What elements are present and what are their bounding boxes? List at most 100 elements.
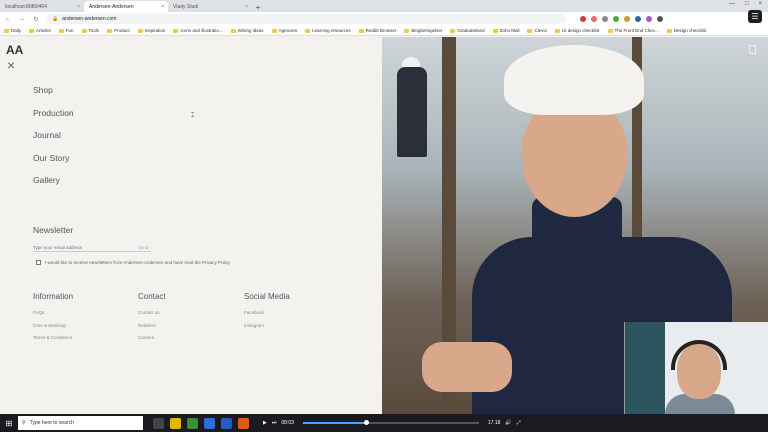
extension-icon[interactable] [591,16,597,22]
extension-icon[interactable] [635,16,641,22]
extension-icon[interactable] [613,16,619,22]
close-window-icon[interactable]: × [758,1,762,7]
bookmark-item[interactable]: Inspiration [137,28,166,33]
bookmark-label: Daily [11,28,22,33]
footer-link[interactable]: Careers [138,335,166,348]
footer-link[interactable]: Retailers [138,323,166,336]
bookmark-item[interactable]: Articles [29,28,51,33]
consent-checkbox[interactable] [36,260,41,265]
back-icon[interactable]: ← [4,16,12,22]
bookmark-item[interactable]: Clevio [527,28,547,33]
bookmark-label: Design checklist [673,28,707,33]
reload-icon[interactable]: ↻ [32,16,40,23]
nav-journal[interactable]: Journal [33,130,74,153]
footer-heading: Contact [138,292,166,301]
bookmark-item[interactable]: Zoho Mail [492,28,520,33]
site-logo[interactable]: AA [6,43,23,57]
windows-start-icon[interactable]: ⊞ [0,419,18,428]
bookmark-item[interactable]: Learning resources [305,28,351,33]
menu-icon[interactable]: ☰ [748,10,762,23]
close-tab-icon[interactable]: × [245,4,248,10]
tab-strip: localhost:8080/404 × Andersen-Andersen × V… [0,0,768,12]
play-icon[interactable]: ▶ [263,420,267,426]
taskbar-search[interactable]: ⚲ Type here to search [18,416,143,430]
footer-heading: Social Media [244,292,290,301]
footer-link[interactable]: FAQs [33,310,73,323]
bookmark-item[interactable]: Product [107,28,130,33]
bookmark-item[interactable]: UI design checklist [554,28,600,33]
folder-icon [492,28,498,33]
nav-our-story[interactable]: Our Story [33,153,74,176]
bookmark-label: The Front End Chec... [614,28,659,33]
folder-icon [4,28,9,33]
bookmark-item[interactable]: Agencies [271,28,297,33]
footer-link[interactable]: Contact us [138,310,166,323]
tab-andersen[interactable]: Andersen-Andersen × [84,1,168,12]
bookmark-item[interactable]: Graduateland [450,28,485,33]
bookmark-item[interactable]: Fun [58,28,74,33]
folder-icon [81,28,87,33]
footer-link[interactable]: Terms & Conditions [33,335,73,348]
new-tab-button[interactable]: + [252,3,264,12]
bookmark-item[interactable]: Writing ideas [230,28,264,33]
forward-icon[interactable]: → [18,16,26,22]
footer-link[interactable]: Care & Washing [33,323,73,336]
app-icon[interactable] [238,417,249,429]
bookmark-item[interactable]: The Front End Chec... [607,28,659,33]
bookmark-item[interactable]: Design checklist [666,28,707,33]
nav-gallery[interactable]: Gallery [33,175,74,198]
model-hands [422,342,512,392]
extension-icon[interactable] [646,16,652,22]
bookmark-item[interactable]: Icons and illustratio... [173,28,223,33]
next-icon[interactable]: ⏭ [272,420,277,426]
email-input[interactable] [33,244,123,250]
url-field[interactable]: 🔒 andersen-andersen.com [46,14,566,24]
extension-icon[interactable] [580,16,586,22]
bookmark-item[interactable]: Daily [4,28,21,33]
app-icon[interactable] [221,417,232,429]
bookmark-item[interactable]: Blogbetingelser [404,28,442,33]
bookmark-label: Graduateland [457,28,485,33]
extension-icon[interactable] [624,16,630,22]
folder-icon [404,28,410,33]
tab-vlady[interactable]: Vlady Studi × [168,1,252,12]
folder-icon [58,28,64,33]
search-icon: ⚲ [22,420,26,426]
page-icon[interactable] [749,45,756,54]
footer-link[interactable]: Facebook [244,310,290,323]
progress-knob[interactable] [364,420,370,425]
maximize-icon[interactable]: □ [745,1,749,7]
footer-contact: Contact Contact us Retailers Careers [138,292,166,348]
footer-link[interactable]: Instagram [244,323,290,336]
send-button[interactable]: Send › [138,245,151,250]
tab-label: localhost:8080/404 [5,3,47,10]
nav-production[interactable]: Production [33,108,74,131]
lock-icon: 🔒 [52,16,59,22]
volume-icon[interactable]: 🔊 [505,420,511,426]
mouse-cursor-icon: ⌶ [191,113,195,119]
folder-icon [29,28,35,33]
bookmark-item[interactable]: Reddit Browser [358,28,396,33]
bookmark-label: Inspiration [144,28,166,33]
close-tab-icon[interactable]: × [77,4,80,10]
tab-label: Andersen-Andersen [89,3,134,10]
file-explorer-icon[interactable] [170,417,181,429]
nav-shop[interactable]: Shop [33,85,74,108]
extension-icons [580,16,663,22]
fullscreen-icon[interactable]: ⤢ [517,420,521,426]
tab-localhost[interactable]: localhost:8080/404 × [0,1,84,12]
bookmark-label: Zoho Mail [499,28,520,33]
task-view-icon[interactable] [153,417,164,429]
close-tab-icon[interactable]: × [161,4,164,10]
video-progress-bar[interactable] [302,420,479,425]
footer-social: Social Media Facebook Instagram [244,292,290,335]
bookmark-item[interactable]: Tools [81,28,99,33]
minimize-icon[interactable]: — [729,1,735,7]
close-menu-icon[interactable]: × [7,58,15,72]
profile-avatar[interactable] [657,16,663,22]
extension-icon[interactable] [602,16,608,22]
background-sailor [397,67,427,157]
folder-icon [137,28,143,33]
chrome-icon[interactable] [187,417,198,429]
vscode-icon[interactable] [204,417,215,429]
